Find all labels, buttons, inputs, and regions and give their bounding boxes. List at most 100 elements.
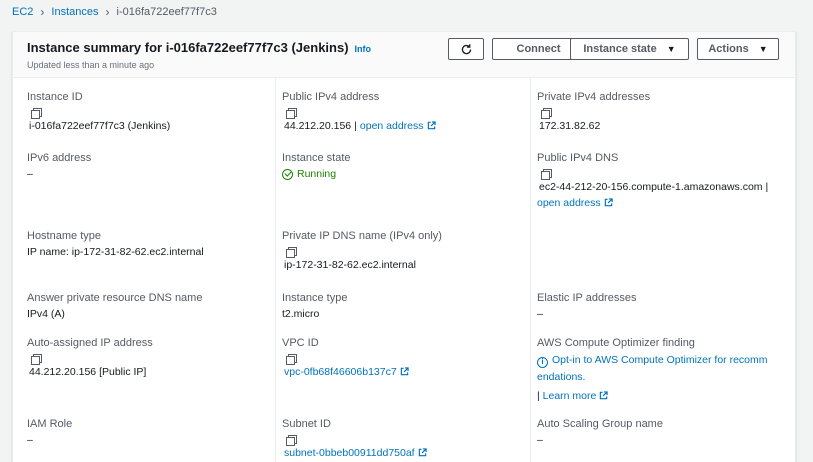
info-link[interactable]: Info xyxy=(355,44,372,54)
separator: | xyxy=(537,390,540,402)
field-asg-name: Auto Scaling Group name – xyxy=(537,417,663,447)
public-dns-open-address-label: open address xyxy=(537,197,601,209)
actions-dropdown[interactable]: Actions ▼ xyxy=(697,38,779,60)
external-link-icon xyxy=(427,121,436,130)
field-label: Auto Scaling Group name xyxy=(537,418,663,430)
answer-dns-value: IPv4 (A) xyxy=(27,308,65,320)
field-public-dns: Public IPv4 DNS ec2-44-212-20-156.comput… xyxy=(537,151,771,210)
instance-state-status: Running xyxy=(282,167,351,181)
field-label: AWS Compute Optimizer finding xyxy=(537,337,695,349)
optimizer-line-2: endations. xyxy=(537,370,768,384)
iam-role-value: – xyxy=(27,434,33,446)
private-ipv4-value: 172.31.82.62 xyxy=(539,120,601,132)
auto-ip-value: 44.212.20.156 [Public IP] xyxy=(29,366,147,378)
field-ipv6: IPv6 address – xyxy=(27,151,91,181)
field-instance-state: Instance state Running xyxy=(282,151,351,181)
instance-state-value: Running xyxy=(297,168,337,180)
caret-down-icon: ▼ xyxy=(666,44,676,54)
field-answer-dns: Answer private resource DNS name IPv4 (A… xyxy=(27,291,202,321)
optimizer-learn-more-row: | Learn more xyxy=(537,389,768,403)
field-label: Private IP DNS name (IPv4 only) xyxy=(282,230,442,242)
field-label: Instance type xyxy=(282,292,348,304)
field-label: Subnet ID xyxy=(282,418,331,430)
copy-icon[interactable] xyxy=(31,354,42,365)
panel-header: Instance summary for i-016fa722eef77f7c3… xyxy=(13,32,795,78)
field-elastic-ip: Elastic IP addresses – xyxy=(537,291,636,321)
field-label: IPv6 address xyxy=(27,152,92,164)
chevron-right-icon: › xyxy=(105,5,110,19)
field-instance-type: Instance type t2.micro xyxy=(282,291,347,321)
caret-down-icon: ▼ xyxy=(758,44,768,54)
field-label: Public IPv4 address xyxy=(282,91,380,103)
open-address-label: open address xyxy=(359,120,424,132)
optimizer-opt-in-link-cont[interactable]: endations. xyxy=(537,371,585,383)
breadcrumb-instances[interactable]: Instances xyxy=(51,6,98,18)
field-auto-ip: Auto-assigned IP address 44.212.20.156 [… xyxy=(27,336,153,379)
actions-label: Actions xyxy=(708,43,749,55)
vpc-id-value: vpc-0fb68f46606b137c7 xyxy=(284,366,397,378)
public-dns-row: ec2-44-212-20-156.compute-1.amazonaws.co… xyxy=(537,180,771,194)
optimizer-line-1: i Opt-in to AWS Compute Optimizer for rec… xyxy=(537,353,768,368)
instance-id-value: i-016fa722eef77f7c3 (Jenkins) xyxy=(29,120,171,132)
chevron-right-icon: › xyxy=(40,5,45,19)
copy-icon[interactable] xyxy=(286,354,297,365)
breadcrumb-ec2[interactable]: EC2 xyxy=(12,6,33,18)
learn-more-label: Learn more xyxy=(542,390,597,402)
external-link-icon xyxy=(400,367,409,376)
copy-icon[interactable] xyxy=(286,435,297,446)
separator: | xyxy=(354,120,357,132)
external-link-icon xyxy=(600,391,609,400)
open-address-link[interactable]: open address xyxy=(360,120,436,132)
external-link-icon xyxy=(418,448,427,457)
field-label: Hostname type xyxy=(27,230,101,242)
field-vpc-id: VPC ID vpc-0fb68f46606b137c7 xyxy=(282,336,409,379)
subnet-id-value: subnet-0bbeb00911dd750af xyxy=(284,447,415,459)
vpc-id-link[interactable]: vpc-0fb68f46606b137c7 xyxy=(284,366,409,378)
details-grid: Instance ID i-016fa722eef77f7c3 (Jenkins… xyxy=(13,78,797,462)
public-dns-value: ec2-44-212-20-156.compute-1.amazonaws.co… xyxy=(539,181,763,193)
public-ipv4-value-row: 44.212.20.156 | open address xyxy=(282,119,436,133)
subnet-id-row: subnet-0bbeb00911dd750af xyxy=(282,446,427,460)
learn-more-link[interactable]: Learn more xyxy=(543,390,609,402)
field-hostname-type: Hostname type IP name: ip-172-31-82-62.e… xyxy=(27,229,204,259)
column-divider xyxy=(275,78,276,462)
refresh-button[interactable] xyxy=(448,38,484,60)
copy-icon[interactable] xyxy=(286,108,297,119)
copy-icon[interactable] xyxy=(541,108,552,119)
separator: | xyxy=(765,181,769,193)
field-label: Answer private resource DNS name xyxy=(27,292,203,304)
field-label: Public IPv4 DNS xyxy=(537,152,619,164)
breadcrumb: EC2 › Instances › i-016fa722eef77f7c3 xyxy=(12,4,217,20)
field-public-ipv4: Public IPv4 address 44.212.20.156 | open a… xyxy=(282,90,436,133)
field-subnet-id: Subnet ID subnet-0bbeb00911dd750af xyxy=(282,417,427,460)
optimizer-opt-in-link[interactable]: Opt-in to AWS Compute Optimizer for reco… xyxy=(552,354,768,366)
field-iam-role: IAM Role – xyxy=(27,417,72,447)
ipv6-value: – xyxy=(27,168,33,180)
field-label: Instance state xyxy=(282,152,351,164)
copy-icon[interactable] xyxy=(541,169,552,180)
elastic-ip-value: – xyxy=(537,308,543,320)
public-ipv4-value: 44.212.20.156 xyxy=(284,120,352,132)
copy-icon[interactable] xyxy=(286,247,297,258)
field-label: Auto-assigned IP address xyxy=(27,337,153,349)
external-link-icon xyxy=(604,198,613,207)
field-label: Private IPv4 addresses xyxy=(537,91,651,103)
info-circle-icon: i xyxy=(537,357,548,368)
subnet-id-link[interactable]: subnet-0bbeb00911dd750af xyxy=(284,447,427,459)
field-private-ipv4: Private IPv4 addresses 172.31.82.62 xyxy=(537,90,650,133)
page-title: Instance summary for i-016fa722eef77f7c3… xyxy=(27,40,371,55)
vpc-id-row: vpc-0fb68f46606b137c7 xyxy=(282,365,409,379)
copy-icon[interactable] xyxy=(31,108,42,119)
instance-summary-panel: Instance summary for i-016fa722eef77f7c3… xyxy=(12,31,796,462)
field-label: Instance ID xyxy=(27,91,83,103)
column-divider xyxy=(530,78,531,462)
public-dns-link-row: open address xyxy=(537,196,771,210)
title-text: Instance summary for i-016fa722eef77f7c3… xyxy=(27,40,349,55)
private-dns-value: ip-172-31-82-62.ec2.internal xyxy=(284,259,416,271)
field-instance-id: Instance ID i-016fa722eef77f7c3 (Jenkins… xyxy=(27,90,170,133)
field-label: IAM Role xyxy=(27,418,73,430)
instance-state-dropdown[interactable]: Instance state ▼ xyxy=(570,38,689,60)
public-dns-open-address-link[interactable]: open address xyxy=(537,197,613,209)
updated-text: Updated less than a minute ago xyxy=(27,60,155,70)
instance-type-value: t2.micro xyxy=(282,308,320,320)
